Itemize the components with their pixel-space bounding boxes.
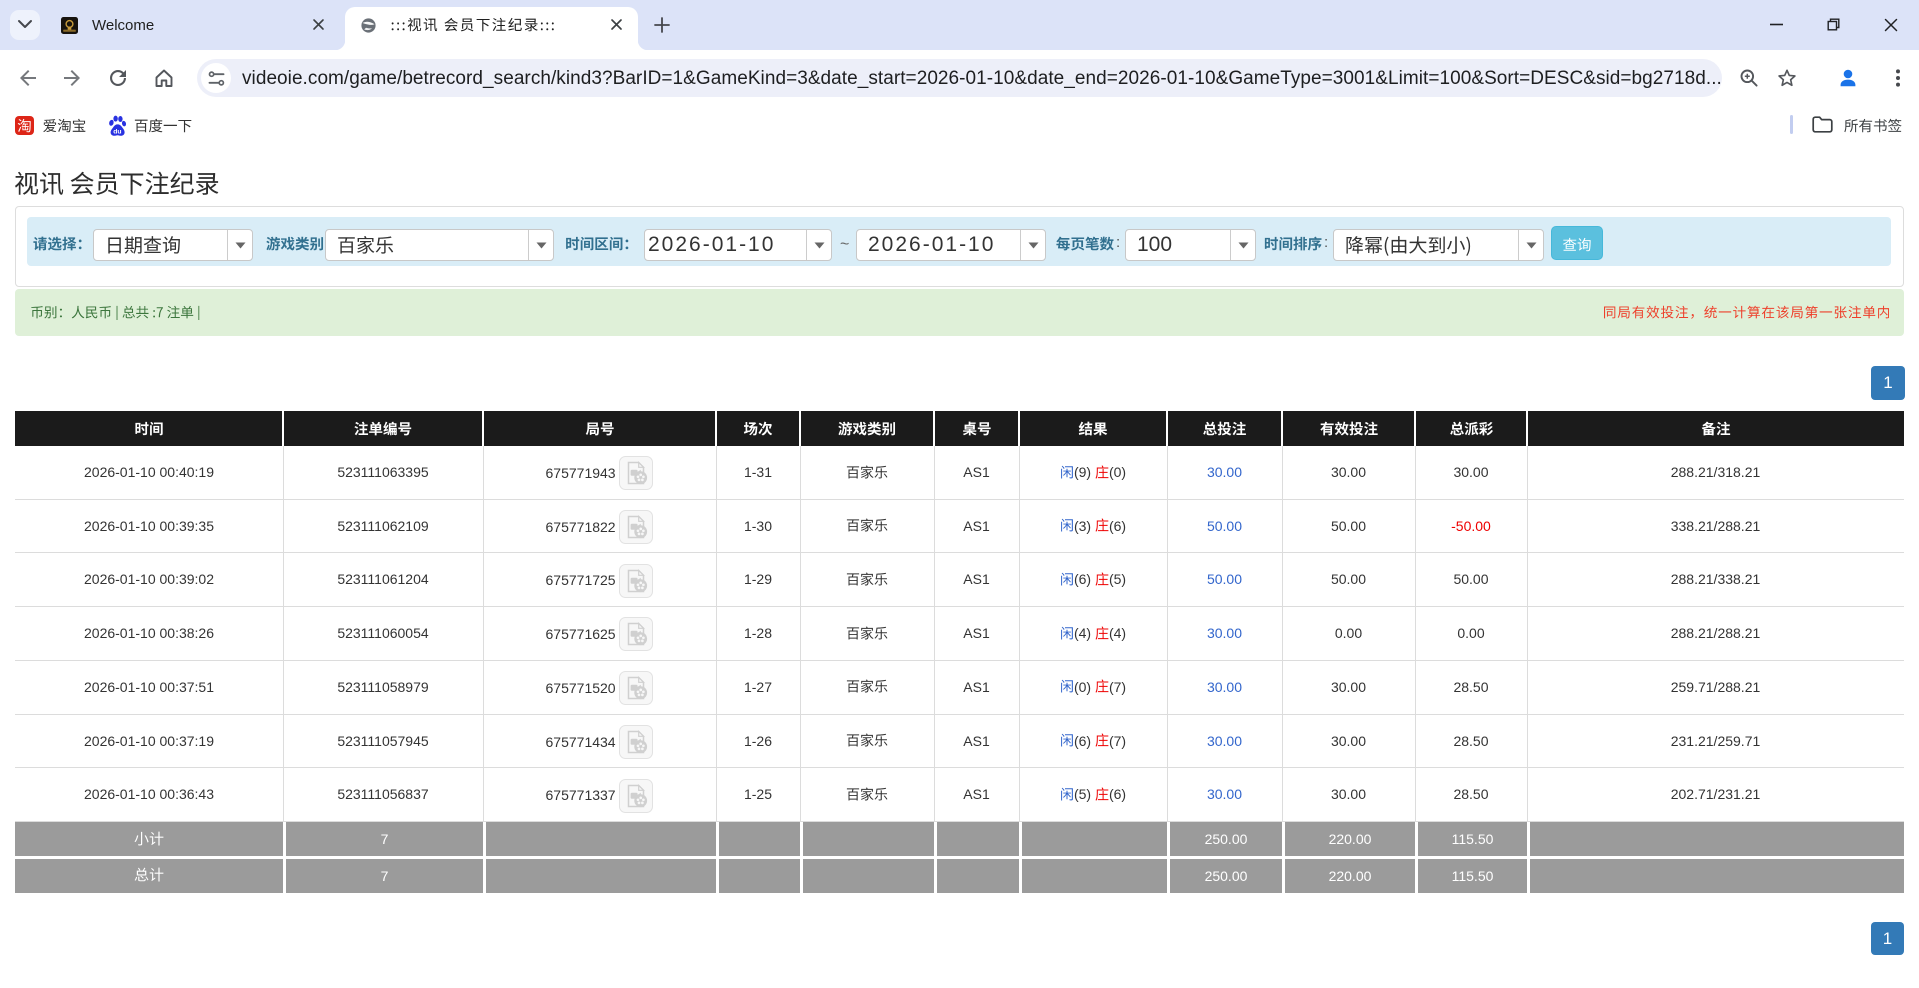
svg-text:du: du <box>113 129 121 136</box>
